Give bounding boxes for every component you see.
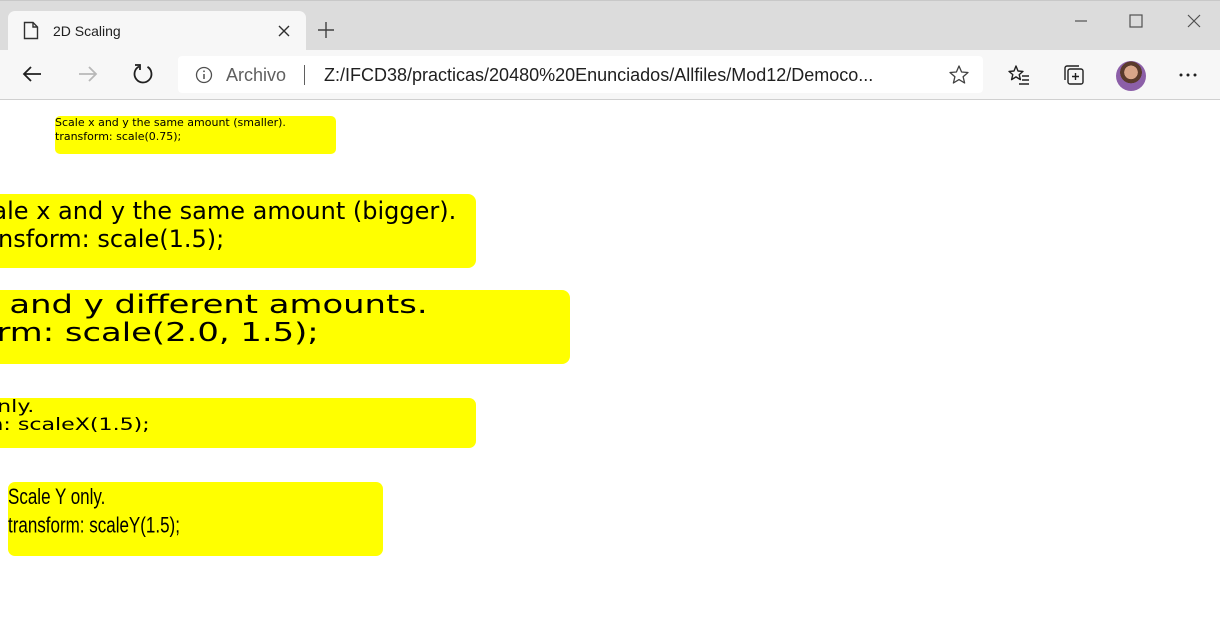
scale-bigger-box: Scale x and y the same amount (bigger). … bbox=[0, 194, 476, 268]
url-text[interactable]: Z:/IFCD38/practicas/20480%20Enunciados/A… bbox=[324, 63, 934, 87]
browser-toolbar: Archivo Z:/IFCD38/practicas/20480%20Enun… bbox=[0, 50, 1220, 100]
page-icon bbox=[23, 21, 39, 40]
box-code-line: transform: scale(1.5); bbox=[0, 225, 225, 253]
scale-smaller-box: Scale x and y the same amount (smaller).… bbox=[55, 116, 336, 154]
forward-arrow-icon[interactable] bbox=[76, 62, 100, 86]
box-code-line: transform: scale(0.75); bbox=[55, 130, 182, 143]
more-icon[interactable] bbox=[1176, 63, 1200, 87]
tab-title: 2D Scaling bbox=[53, 23, 121, 39]
box-text-line: Scale X only. bbox=[0, 398, 35, 417]
avatar[interactable] bbox=[1116, 61, 1146, 91]
window-close-icon[interactable] bbox=[1184, 11, 1204, 31]
address-prefix: Archivo bbox=[226, 65, 287, 85]
refresh-icon[interactable] bbox=[131, 62, 155, 86]
address-separator bbox=[304, 65, 305, 85]
back-arrow-icon[interactable] bbox=[20, 62, 44, 86]
box-text-line: Scale Y only. bbox=[8, 484, 106, 509]
box-text-line: Scale x and y the same amount (smaller). bbox=[55, 116, 286, 129]
tab-strip: 2D Scaling bbox=[0, 0, 1220, 51]
info-icon[interactable] bbox=[195, 66, 213, 84]
box-code-line: transform: scaleX(1.5); bbox=[0, 415, 150, 435]
box-code-line: transform: scale(2.0, 1.5); bbox=[0, 318, 319, 348]
scale-different-box: Scale x and y different amounts. transfo… bbox=[0, 290, 570, 364]
box-text-line: Scale x and y different amounts. bbox=[0, 290, 428, 320]
box-code-line: transform: scaleY(1.5); bbox=[8, 512, 180, 538]
maximize-icon[interactable] bbox=[1126, 11, 1146, 31]
close-icon[interactable] bbox=[278, 25, 290, 37]
box-text-line: Scale x and y the same amount (bigger). bbox=[0, 197, 457, 225]
star-icon[interactable] bbox=[948, 64, 970, 86]
address-bar[interactable]: Archivo Z:/IFCD38/practicas/20480%20Enun… bbox=[178, 56, 983, 93]
browser-tab[interactable]: 2D Scaling bbox=[8, 11, 306, 51]
scale-x-box: Scale X only. transform: scaleX(1.5); bbox=[0, 398, 476, 448]
minimize-icon[interactable] bbox=[1071, 11, 1091, 31]
page-content: Scale x and y the same amount (smaller).… bbox=[0, 100, 1220, 628]
collections-icon[interactable] bbox=[1062, 63, 1086, 87]
favorites-icon[interactable] bbox=[1007, 63, 1031, 87]
plus-icon[interactable] bbox=[316, 20, 336, 40]
scale-y-box: Scale Y only. transform: scaleY(1.5); bbox=[8, 482, 383, 556]
